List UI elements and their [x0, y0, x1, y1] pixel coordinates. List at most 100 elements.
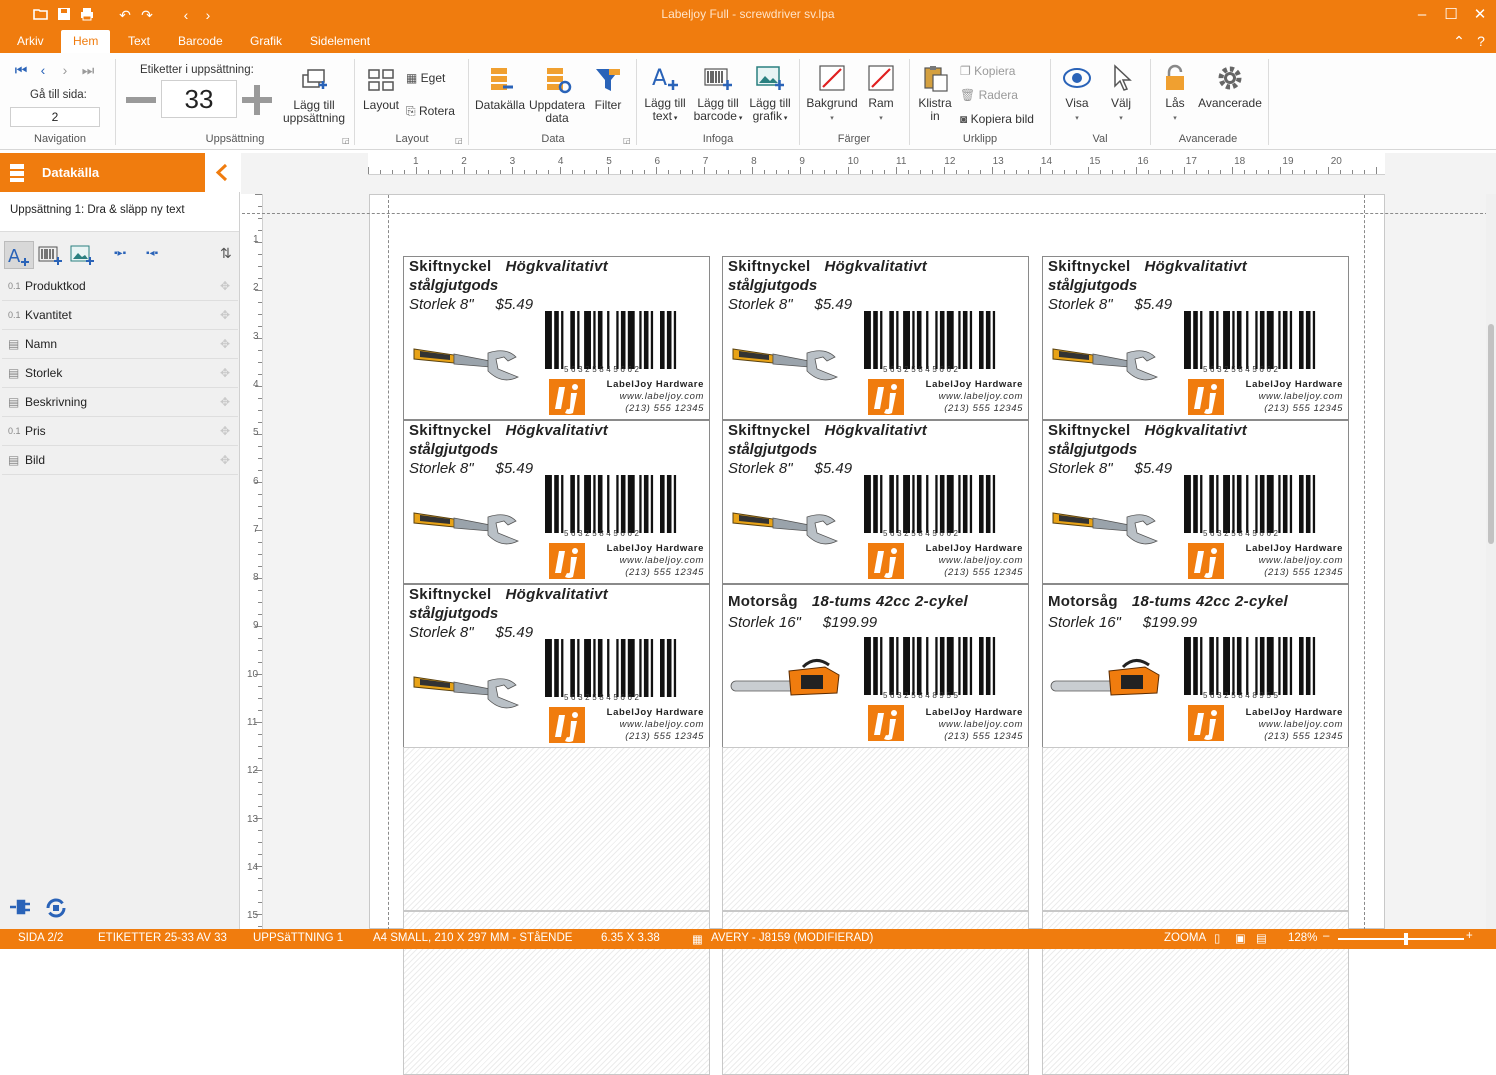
minimize-icon[interactable]: – [1411, 4, 1433, 26]
drag-handle-icon[interactable]: ✥ [220, 309, 232, 321]
dialog-launcher-icon[interactable]: ◲ [342, 136, 350, 145]
help-icon[interactable]: ? [1472, 32, 1490, 50]
tab-hem[interactable]: Hem [61, 30, 111, 53]
sync-icon[interactable] [45, 897, 67, 922]
drag-handle-icon[interactable]: ✥ [220, 338, 232, 350]
uppdatera-data-button[interactable]: Uppdatera data [528, 65, 586, 125]
label-card[interactable]: Skiftnyckel Högkvalitativt stålgjutgods Sto… [722, 420, 1029, 584]
field-item[interactable]: 0.1 Kvantitet ✥ [2, 301, 238, 330]
vertical-scrollbar[interactable] [1486, 194, 1496, 929]
barcode-number: 56325845662 [1203, 365, 1281, 374]
drag-handle-icon[interactable]: ✥ [220, 396, 232, 408]
empty-label-slot[interactable] [722, 747, 1029, 911]
collapse-panel-button[interactable] [205, 153, 240, 192]
las-button[interactable]: Lås ▾ [1156, 63, 1194, 125]
rotera-button[interactable]: ⎘ Rotera [406, 103, 455, 119]
label-card[interactable]: Skiftnyckel Högkvalitativt stålgjutgods Sto… [1042, 420, 1349, 584]
zoom-slider-thumb[interactable] [1404, 933, 1408, 945]
expand-fields-icon[interactable]: ▪▸▪ [114, 248, 126, 259]
collapse-fields-icon[interactable]: ▪◂▪ [146, 248, 158, 259]
field-item[interactable]: ▤ Beskrivning ✥ [2, 388, 238, 417]
empty-label-slot[interactable] [1042, 747, 1349, 911]
product-size: Storlek 8" [728, 460, 793, 477]
labeljoy-logo-icon [549, 379, 585, 415]
label-card[interactable]: Motorsåg 18-tums 42cc 2-cykel Storlek 16" $… [1042, 584, 1349, 748]
status-template[interactable]: AVERY - J8159 (MODIFIERAD) [711, 932, 873, 944]
dialog-launcher-icon[interactable]: ◲ [623, 136, 631, 145]
plug-icon[interactable] [8, 897, 32, 920]
page-sheet[interactable]: Skiftnyckel Högkvalitativt stålgjutgods Sto… [242, 194, 1496, 1075]
tab-barcode[interactable]: Barcode [166, 30, 235, 53]
zoom-fit-icon[interactable]: ▣ [1235, 931, 1246, 945]
datakalla-button[interactable]: Datakälla [474, 65, 526, 112]
add-text-field-button[interactable]: A [4, 241, 34, 269]
zoom-slider[interactable] [1338, 938, 1464, 940]
drag-handle-icon[interactable]: ✥ [220, 425, 232, 437]
radera-button[interactable]: 🗑 Radera [960, 87, 1018, 103]
scrollbar-thumb[interactable] [1488, 324, 1494, 544]
klistra-in-button[interactable]: Klistra in [914, 63, 956, 123]
prev-page-icon[interactable]: ‹ [34, 61, 52, 79]
visa-button[interactable]: Visa ▾ [1056, 63, 1098, 125]
first-page-icon[interactable]: ⏮ [12, 61, 30, 79]
add-barcode-button[interactable]: Lägg till barcode ▾ [692, 63, 744, 125]
product-description-2: stålgjutgods [728, 441, 818, 458]
field-item[interactable]: ▤ Namn ✥ [2, 330, 238, 359]
field-label: Bild [25, 453, 46, 467]
dialog-launcher-icon[interactable]: ◲ [455, 136, 463, 145]
barcode-number: 56325845662 [883, 365, 961, 374]
field-item[interactable]: ▤ Storlek ✥ [2, 359, 238, 388]
layout-grid-icon [368, 69, 394, 91]
field-item[interactable]: 0.1 Pris ✥ [2, 417, 238, 446]
zoom-in-icon[interactable]: + [1466, 930, 1473, 942]
eget-button[interactable]: ▦ Eget [406, 70, 445, 86]
filter-button[interactable]: Filter [590, 65, 626, 112]
collapse-ribbon-icon[interactable]: ⌃ [1450, 32, 1468, 50]
zoom-page-icon[interactable]: ▯ [1214, 931, 1220, 945]
add-barcode-field-button[interactable] [38, 244, 64, 269]
tab-sidelement[interactable]: Sidelement [298, 30, 382, 53]
next-page-icon[interactable]: › [56, 61, 74, 79]
add-set-button[interactable]: Lägg till uppsättning [278, 65, 350, 125]
label-card[interactable]: Skiftnyckel Högkvalitativt stålgjutgods Sto… [722, 256, 1029, 420]
label-card[interactable]: Skiftnyckel Högkvalitativt stålgjutgods Sto… [403, 256, 710, 420]
label-card[interactable]: Skiftnyckel Högkvalitativt stålgjutgods Sto… [1042, 256, 1349, 420]
kopiera-button[interactable]: ❐ Kopiera [960, 63, 1015, 79]
zoom-out-icon[interactable]: – [1323, 930, 1329, 942]
drag-handle-icon[interactable]: ✥ [220, 280, 232, 292]
minus-icon[interactable] [126, 97, 156, 103]
tab-grafik[interactable]: Grafik [238, 30, 294, 53]
avancerade-button[interactable]: Avancerade [1196, 63, 1264, 110]
goto-page-input[interactable]: 2 [10, 107, 100, 127]
kopiera-bild-button[interactable]: ◙ Kopiera bild [960, 111, 1034, 127]
tab-arkiv[interactable]: Arkiv [5, 30, 56, 53]
maximize-icon[interactable]: ☐ [1440, 4, 1462, 26]
empty-label-slot[interactable] [403, 747, 710, 911]
product-name: Skiftnyckel [409, 422, 492, 439]
ram-button[interactable]: Ram ▾ [864, 63, 898, 125]
close-icon[interactable]: ✕ [1469, 4, 1491, 26]
label-card[interactable]: Skiftnyckel Högkvalitativt stålgjutgods Sto… [403, 420, 710, 584]
label-card[interactable]: Motorsåg 18-tums 42cc 2-cykel Storlek 16" $… [722, 584, 1029, 748]
sort-icon[interactable]: ⇅ [220, 245, 232, 262]
company-info: LabelJoy Hardware www.labeljoy.com (213) 5… [1233, 543, 1343, 579]
drag-handle-icon[interactable]: ✥ [220, 454, 232, 466]
last-page-icon[interactable]: ⏭ [79, 61, 97, 79]
tab-text[interactable]: Text [116, 30, 162, 53]
add-text-button[interactable]: A Lägg till text ▾ [640, 63, 690, 125]
add-graphic-button[interactable]: Lägg till grafik ▾ [746, 63, 794, 125]
field-item[interactable]: ▤ Bild ✥ [2, 446, 238, 475]
layout-button[interactable]: Layout [360, 65, 402, 112]
labeljoy-logo-icon [868, 543, 904, 579]
labels-in-set-input[interactable]: 33 [161, 80, 237, 118]
add-graphic-field-button[interactable] [70, 244, 96, 269]
drag-handle-icon[interactable]: ✥ [220, 367, 232, 379]
ruler-tick [258, 410, 262, 411]
field-item[interactable]: 0.1 Produktkod ✥ [2, 272, 238, 301]
datasource-panel-header: Datakälla [0, 153, 240, 192]
valj-button[interactable]: Välj ▾ [1100, 63, 1142, 125]
zoom-actual-icon[interactable]: ▤ [1256, 931, 1267, 945]
label-card[interactable]: Skiftnyckel Högkvalitativt stålgjutgods Sto… [403, 584, 710, 748]
bakgrund-button[interactable]: Bakgrund ▾ [803, 63, 861, 125]
ruler-tick [258, 326, 262, 327]
